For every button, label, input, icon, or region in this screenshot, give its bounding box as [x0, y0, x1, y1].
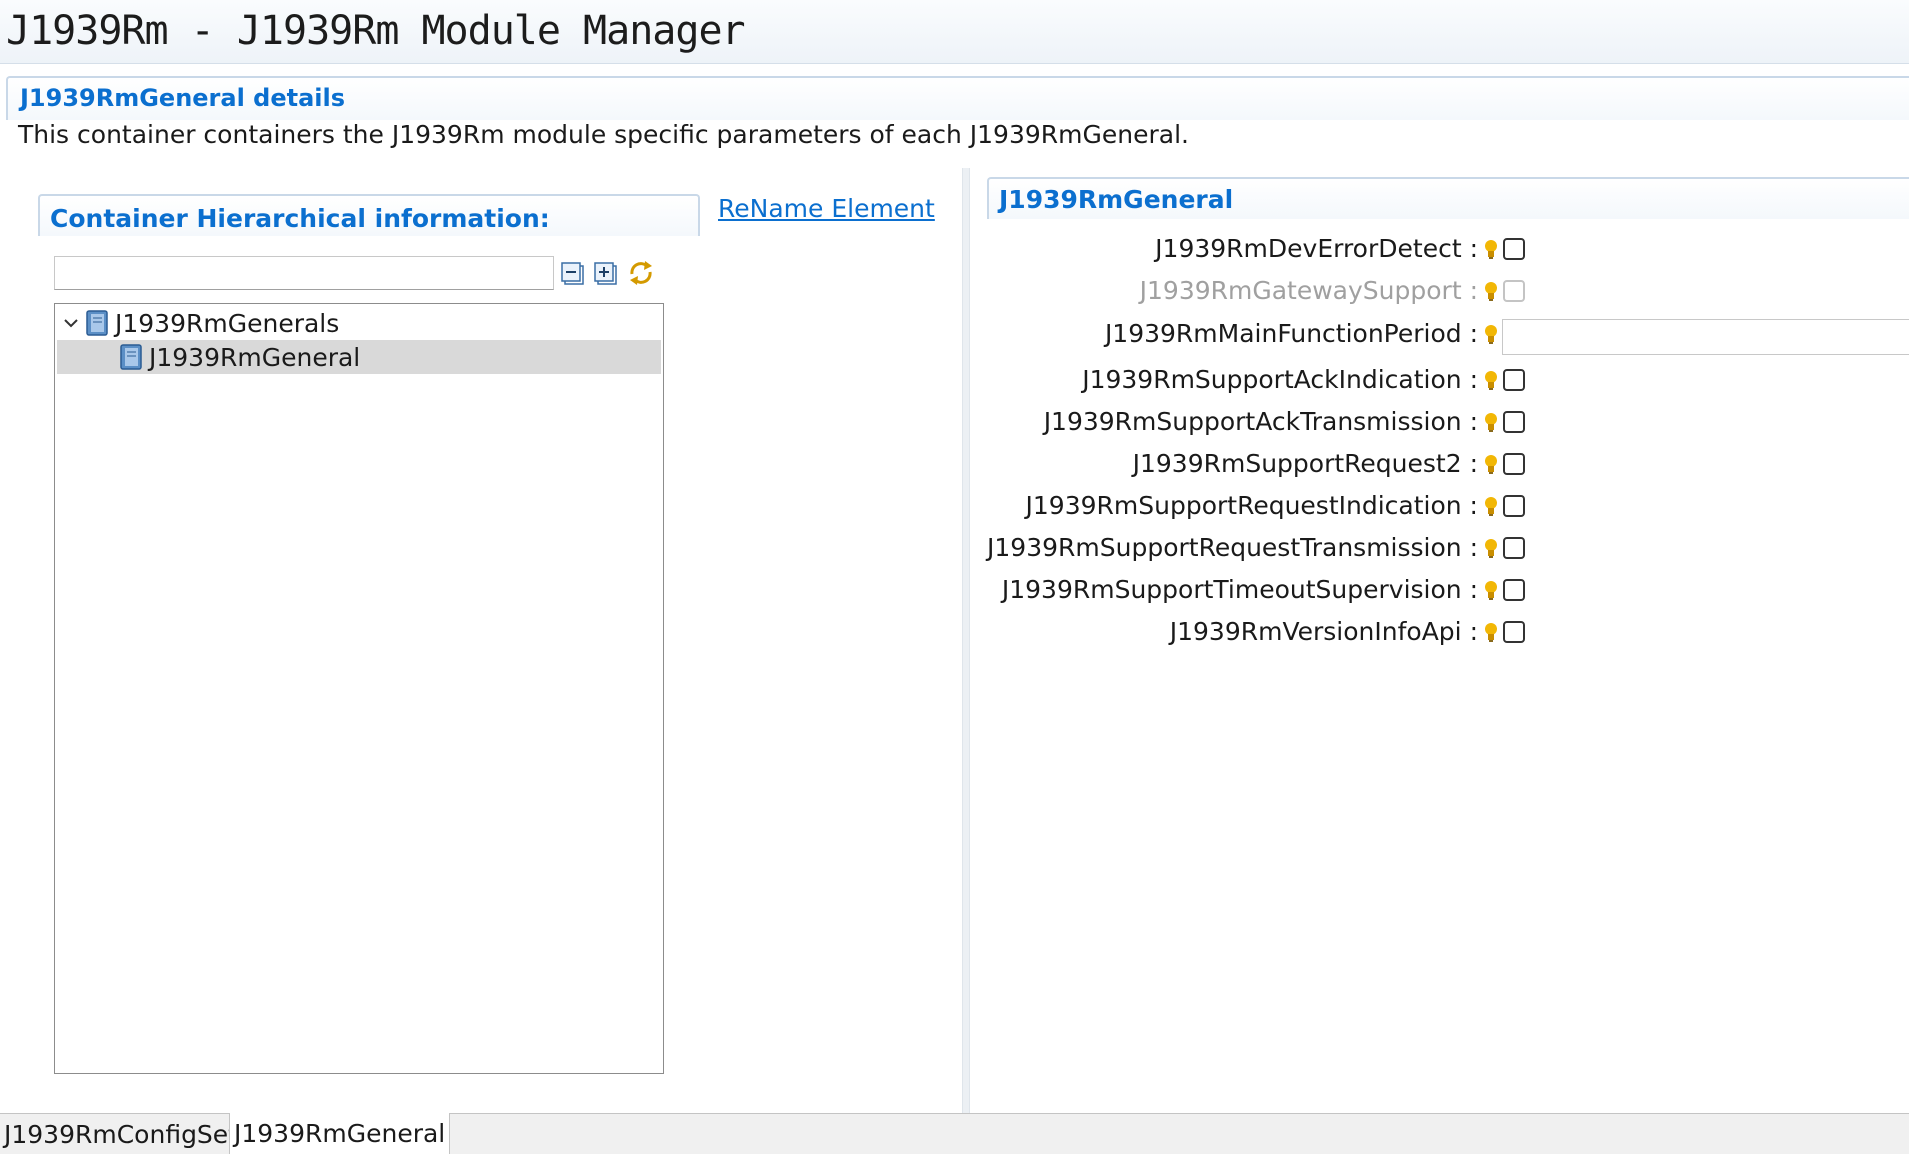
- lightbulb-icon[interactable]: [1484, 622, 1498, 644]
- container-tree[interactable]: J1939RmGenerals J1939RmGeneral: [54, 303, 664, 1074]
- parameters-section-header: J1939RmGeneral: [987, 177, 1909, 219]
- lightbulb-icon[interactable]: [1484, 412, 1498, 434]
- lightbulb-icon[interactable]: [1484, 496, 1498, 518]
- title-bar: J1939Rm - J1939Rm Module Manager: [0, 0, 1909, 64]
- param-label-support-request-transmission: J1939RmSupportRequestTransmission :: [987, 533, 1478, 562]
- container-folder-icon: [86, 310, 108, 336]
- lightbulb-icon[interactable]: [1484, 454, 1498, 476]
- panel-splitter[interactable]: [962, 168, 970, 1113]
- editor-tab-bar: J1939RmConfigSet J1939RmGeneral: [0, 1113, 1909, 1154]
- lightbulb-icon[interactable]: [1484, 538, 1498, 560]
- param-checkbox-support-ack-transmission[interactable]: [1503, 411, 1525, 433]
- param-label-support-timeout-supervision: J1939RmSupportTimeoutSupervision :: [1001, 575, 1478, 604]
- param-label-support-request-indication: J1939RmSupportRequestIndication :: [1025, 491, 1478, 520]
- tab-j1939rm-config-set[interactable]: J1939RmConfigSet: [0, 1114, 242, 1154]
- param-checkbox-support-request-indication[interactable]: [1503, 495, 1525, 517]
- param-label-gateway-support: J1939RmGatewaySupport :: [1139, 276, 1478, 305]
- param-input-main-function-period[interactable]: [1502, 319, 1909, 355]
- param-checkbox-support-request2[interactable]: [1503, 453, 1525, 475]
- tree-node-label: J1939RmGenerals: [115, 308, 340, 338]
- lightbulb-icon[interactable]: [1484, 239, 1498, 261]
- param-label-support-ack-indication: J1939RmSupportAckIndication :: [1082, 365, 1478, 394]
- chevron-down-icon[interactable]: [57, 309, 85, 337]
- param-checkbox-support-timeout-supervision[interactable]: [1503, 579, 1525, 601]
- param-label-support-request2: J1939RmSupportRequest2 :: [1132, 449, 1478, 478]
- param-label-support-ack-transmission: J1939RmSupportAckTransmission :: [1043, 407, 1478, 436]
- param-checkbox-dev-error-detect[interactable]: [1503, 238, 1525, 260]
- rename-element-link[interactable]: ReName Element: [718, 194, 935, 223]
- details-section-header: J1939RmGeneral details: [6, 76, 1909, 120]
- hierarchy-title: Container Hierarchical information:: [50, 204, 550, 233]
- lightbulb-icon[interactable]: [1484, 580, 1498, 602]
- parameters-title: J1939RmGeneral: [999, 185, 1234, 214]
- param-label-dev-error-detect: J1939RmDevErrorDetect :: [1155, 234, 1478, 263]
- tree-node-general[interactable]: J1939RmGeneral: [57, 340, 661, 374]
- lightbulb-icon[interactable]: [1484, 281, 1498, 303]
- lightbulb-icon[interactable]: [1484, 324, 1498, 346]
- param-checkbox-support-ack-indication[interactable]: [1503, 369, 1525, 391]
- param-checkbox-version-info-api[interactable]: [1503, 621, 1525, 643]
- expand-all-icon[interactable]: [593, 258, 623, 288]
- tab-j1939rm-general[interactable]: J1939RmGeneral: [229, 1113, 451, 1154]
- tree-node-label: J1939RmGeneral: [149, 342, 361, 372]
- sync-refresh-icon[interactable]: [626, 258, 656, 288]
- details-title: J1939RmGeneral details: [20, 84, 346, 112]
- lightbulb-icon[interactable]: [1484, 370, 1498, 392]
- param-label-main-function-period: J1939RmMainFunctionPeriod :: [1104, 319, 1478, 348]
- param-checkbox-support-request-transmission[interactable]: [1503, 537, 1525, 559]
- tree-filter-input[interactable]: [54, 256, 554, 290]
- param-checkbox-gateway-support: [1503, 280, 1525, 302]
- window-title: J1939Rm - J1939Rm Module Manager: [6, 8, 746, 54]
- details-description: This container containers the J1939Rm mo…: [18, 120, 1189, 149]
- container-folder-icon: [120, 344, 142, 370]
- hierarchy-section-header: Container Hierarchical information:: [38, 194, 700, 236]
- collapse-all-icon[interactable]: [560, 258, 590, 288]
- tree-node-generals[interactable]: J1939RmGenerals: [57, 306, 661, 340]
- param-label-version-info-api: J1939RmVersionInfoApi :: [1169, 617, 1478, 646]
